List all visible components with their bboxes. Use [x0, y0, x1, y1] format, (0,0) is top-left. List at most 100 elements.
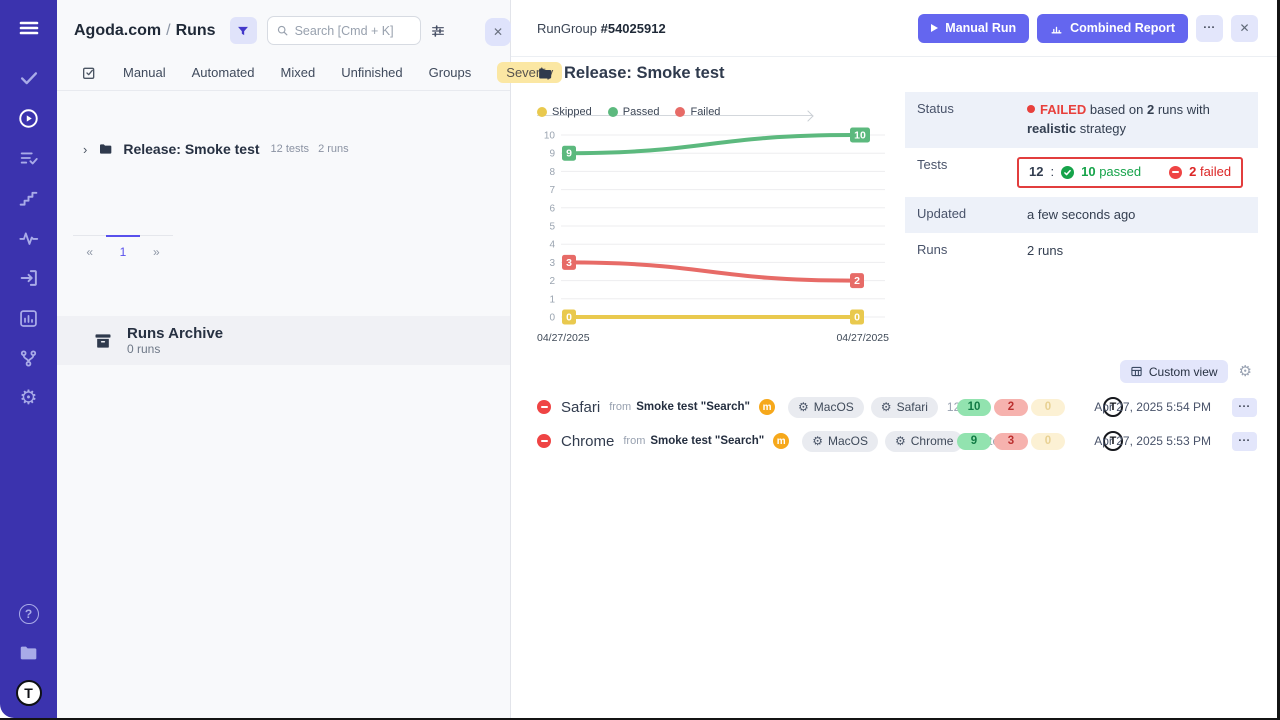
- list-toolbar: Custom view ⚙: [1120, 360, 1252, 383]
- result-pills: 9 3 0: [957, 433, 1065, 450]
- failed-minus-icon: [1169, 166, 1182, 179]
- run-group-id: #54025912: [601, 21, 666, 36]
- svg-text:04/27/2025: 04/27/2025: [537, 332, 590, 344]
- filter-button[interactable]: [230, 17, 257, 44]
- svg-text:6: 6: [549, 203, 555, 214]
- branch-icon[interactable]: [17, 346, 41, 370]
- steps-icon[interactable]: [17, 186, 41, 210]
- settings-gear-icon[interactable]: ⚙: [17, 386, 41, 410]
- runs-count: 2 runs: [318, 143, 349, 155]
- browser-pill: ⚙Safari: [871, 397, 938, 418]
- runs-play-icon[interactable]: [17, 106, 41, 130]
- breadcrumb-project[interactable]: Agoda.com: [74, 22, 161, 39]
- pagination-next[interactable]: »: [140, 236, 173, 259]
- custom-view-button[interactable]: Custom view: [1120, 360, 1228, 383]
- runs-archive[interactable]: Runs Archive 0 runs: [57, 316, 510, 365]
- manual-run-button[interactable]: Manual Run: [918, 14, 1029, 43]
- tab-mixed[interactable]: Mixed: [281, 65, 316, 80]
- svg-text:0: 0: [566, 312, 572, 324]
- app-window: ⚙ ? T Agoda.com/Runs: [0, 0, 1277, 718]
- run-title[interactable]: Safari: [561, 399, 600, 416]
- svg-text:7: 7: [549, 185, 555, 196]
- chevron-right-icon[interactable]: ›: [83, 142, 87, 157]
- tab-manual[interactable]: Manual: [123, 65, 166, 80]
- search-box[interactable]: [267, 16, 421, 45]
- run-row-chrome[interactable]: Chrome from Smoke test "Search" m ⚙MacOS…: [537, 424, 1257, 458]
- gear-icon: ⚙: [812, 435, 823, 447]
- tests-highlight-box: 12 : 10 passed 2 failed: [1017, 157, 1243, 188]
- passed-check-icon: [1061, 166, 1074, 179]
- run-more-button[interactable]: ...: [1232, 398, 1257, 417]
- pulse-icon[interactable]: [17, 226, 41, 250]
- pagination-prev[interactable]: «: [73, 236, 106, 259]
- svg-text:3: 3: [566, 257, 572, 269]
- gear-icon: ⚙: [881, 401, 892, 413]
- runs-value: 2 runs: [1017, 233, 1258, 270]
- skipped-pill: 0: [1031, 399, 1065, 416]
- tab-automated[interactable]: Automated: [192, 65, 255, 80]
- folder-icon: [537, 65, 554, 82]
- failed-dot-icon: [675, 107, 685, 117]
- runs-row: Runs 2 runs: [905, 233, 1258, 270]
- legend-skipped[interactable]: Skipped: [537, 106, 592, 118]
- run-row-safari[interactable]: Safari from Smoke test "Search" m ⚙MacOS…: [537, 390, 1257, 424]
- import-icon[interactable]: [17, 266, 41, 290]
- tests-label: Tests: [905, 148, 1017, 197]
- run-source: Smoke test "Search": [636, 401, 750, 413]
- help-icon[interactable]: ?: [17, 602, 41, 626]
- pagination: « 1 »: [73, 235, 173, 259]
- run-group-name: Release: Smoke test: [123, 141, 259, 157]
- chart-legend: Skipped Passed Failed: [537, 103, 889, 121]
- view-settings-icon[interactable]: [430, 23, 446, 39]
- combined-report-button[interactable]: Combined Report: [1037, 14, 1188, 43]
- archive-title: Runs Archive: [127, 325, 223, 342]
- pagination-page-1[interactable]: 1: [106, 235, 139, 259]
- test-plans-icon[interactable]: [17, 146, 41, 170]
- run-date: Apr 27, 2025 5:54 PM: [1094, 400, 1211, 414]
- svg-text:9: 9: [566, 148, 572, 160]
- tests-check-icon[interactable]: [17, 66, 41, 90]
- skipped-pill: 0: [1031, 433, 1065, 450]
- menu-icon[interactable]: [17, 16, 41, 40]
- panel-close-button[interactable]: ✕: [1231, 15, 1258, 42]
- tab-unfinished[interactable]: Unfinished: [341, 65, 402, 80]
- sidebar-footer: ? T: [16, 602, 42, 706]
- failed-status-icon: [537, 400, 551, 414]
- search-input[interactable]: [295, 24, 405, 38]
- archive-count: 0 runs: [127, 342, 223, 356]
- passed-pill: 9: [957, 433, 991, 450]
- run-title[interactable]: Chrome: [561, 433, 614, 450]
- run-group-tree-item[interactable]: › Release: Smoke test 12 tests 2 runs: [83, 141, 510, 157]
- runs-drawer: Agoda.com/Runs ✕ Manual A: [57, 0, 511, 718]
- funnel-icon: [236, 24, 250, 38]
- panel-content: Release: Smoke test Skipped Passed Faile…: [511, 57, 1277, 718]
- workspace-logo[interactable]: T: [16, 680, 42, 706]
- run-group-panel: RunGroup #54025912 Manual Run Combined R…: [511, 0, 1277, 718]
- filter-tabs: Manual Automated Mixed Unfinished Groups…: [57, 55, 510, 91]
- docs-folder-icon[interactable]: [17, 641, 41, 665]
- select-all-icon[interactable]: [81, 65, 97, 81]
- svg-text:0: 0: [854, 312, 860, 324]
- trend-line-chart: 012345678910009103204/27/202504/27/2025: [537, 123, 889, 347]
- svg-text:04/27/2025: 04/27/2025: [836, 332, 889, 344]
- failed-pill: 3: [994, 433, 1028, 450]
- runs-list: Safari from Smoke test "Search" m ⚙MacOS…: [537, 390, 1257, 458]
- table-icon: [1130, 365, 1143, 378]
- manual-badge: m: [773, 433, 789, 449]
- run-source: Smoke test "Search": [650, 435, 764, 447]
- panel-header: RunGroup #54025912 Manual Run Combined R…: [511, 0, 1277, 57]
- more-actions-button[interactable]: ...: [1196, 15, 1223, 42]
- legend-passed[interactable]: Passed: [608, 106, 660, 118]
- tab-groups[interactable]: Groups: [429, 65, 472, 80]
- svg-text:10: 10: [854, 130, 866, 142]
- svg-text:3: 3: [549, 258, 555, 269]
- run-more-button[interactable]: ...: [1232, 432, 1257, 451]
- drawer-close-button[interactable]: ✕: [485, 18, 511, 46]
- svg-text:1: 1: [549, 294, 555, 305]
- legend-failed[interactable]: Failed: [675, 106, 720, 118]
- summary-table: Status FAILED based on 2 runs with reali…: [905, 92, 1258, 270]
- manual-badge: m: [759, 399, 775, 415]
- list-settings-gear-icon[interactable]: ⚙: [1239, 364, 1252, 379]
- passed-dot-icon: [608, 107, 618, 117]
- analytics-icon[interactable]: [17, 306, 41, 330]
